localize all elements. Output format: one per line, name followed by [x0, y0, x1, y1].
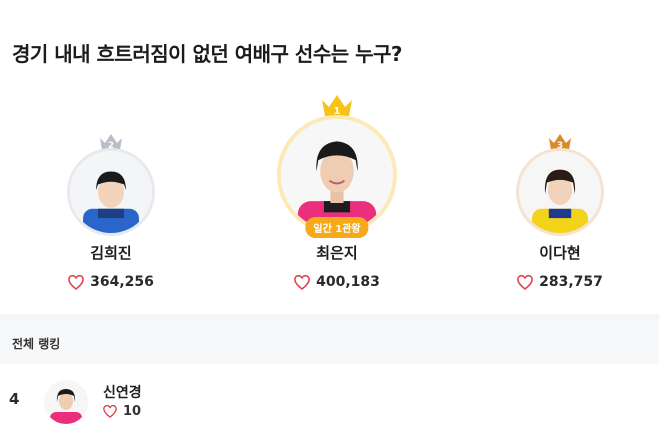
player-name: 이다현 [539, 244, 581, 262]
vote-number: 10 [123, 404, 142, 419]
heart-icon[interactable] [294, 274, 310, 290]
vote-number: 283,757 [539, 274, 603, 290]
rank-number: 4 [9, 390, 20, 408]
podium-player-1[interactable]: 1 일간 1관왕 최은지 400,183 [269, 93, 405, 295]
heart-icon[interactable] [103, 405, 117, 418]
podium-player-3[interactable]: 3 이다현 283,757 [505, 130, 615, 295]
vote-count: 283,757 [505, 274, 615, 290]
player-name: 신연경 [103, 385, 142, 401]
vote-count: 10 [103, 404, 141, 419]
avatar [44, 380, 88, 424]
ranking-section-header: 전체 랭킹 [0, 320, 659, 364]
daily-winner-badge: 일간 1관왕 [305, 217, 369, 238]
player-name: 김희진 [90, 244, 132, 262]
player-name: 최은지 [316, 244, 358, 262]
heart-icon[interactable] [517, 274, 533, 290]
podium-player-2[interactable]: 2 김희진 364,256 [63, 130, 159, 295]
vote-number: 400,183 [316, 274, 380, 290]
vote-count: 364,256 [63, 274, 159, 290]
podium: 2 김희진 364,256 1 일간 1관왕 최은지 400,183 3 이다현… [0, 0, 659, 310]
avatar [67, 148, 155, 236]
section-title: 전체 랭킹 [12, 337, 61, 351]
vote-count: 400,183 [269, 274, 405, 290]
vote-number: 364,256 [90, 274, 154, 290]
avatar [516, 148, 604, 236]
list-item[interactable]: 4 신연경 10 [0, 364, 659, 428]
heart-icon[interactable] [68, 274, 84, 290]
